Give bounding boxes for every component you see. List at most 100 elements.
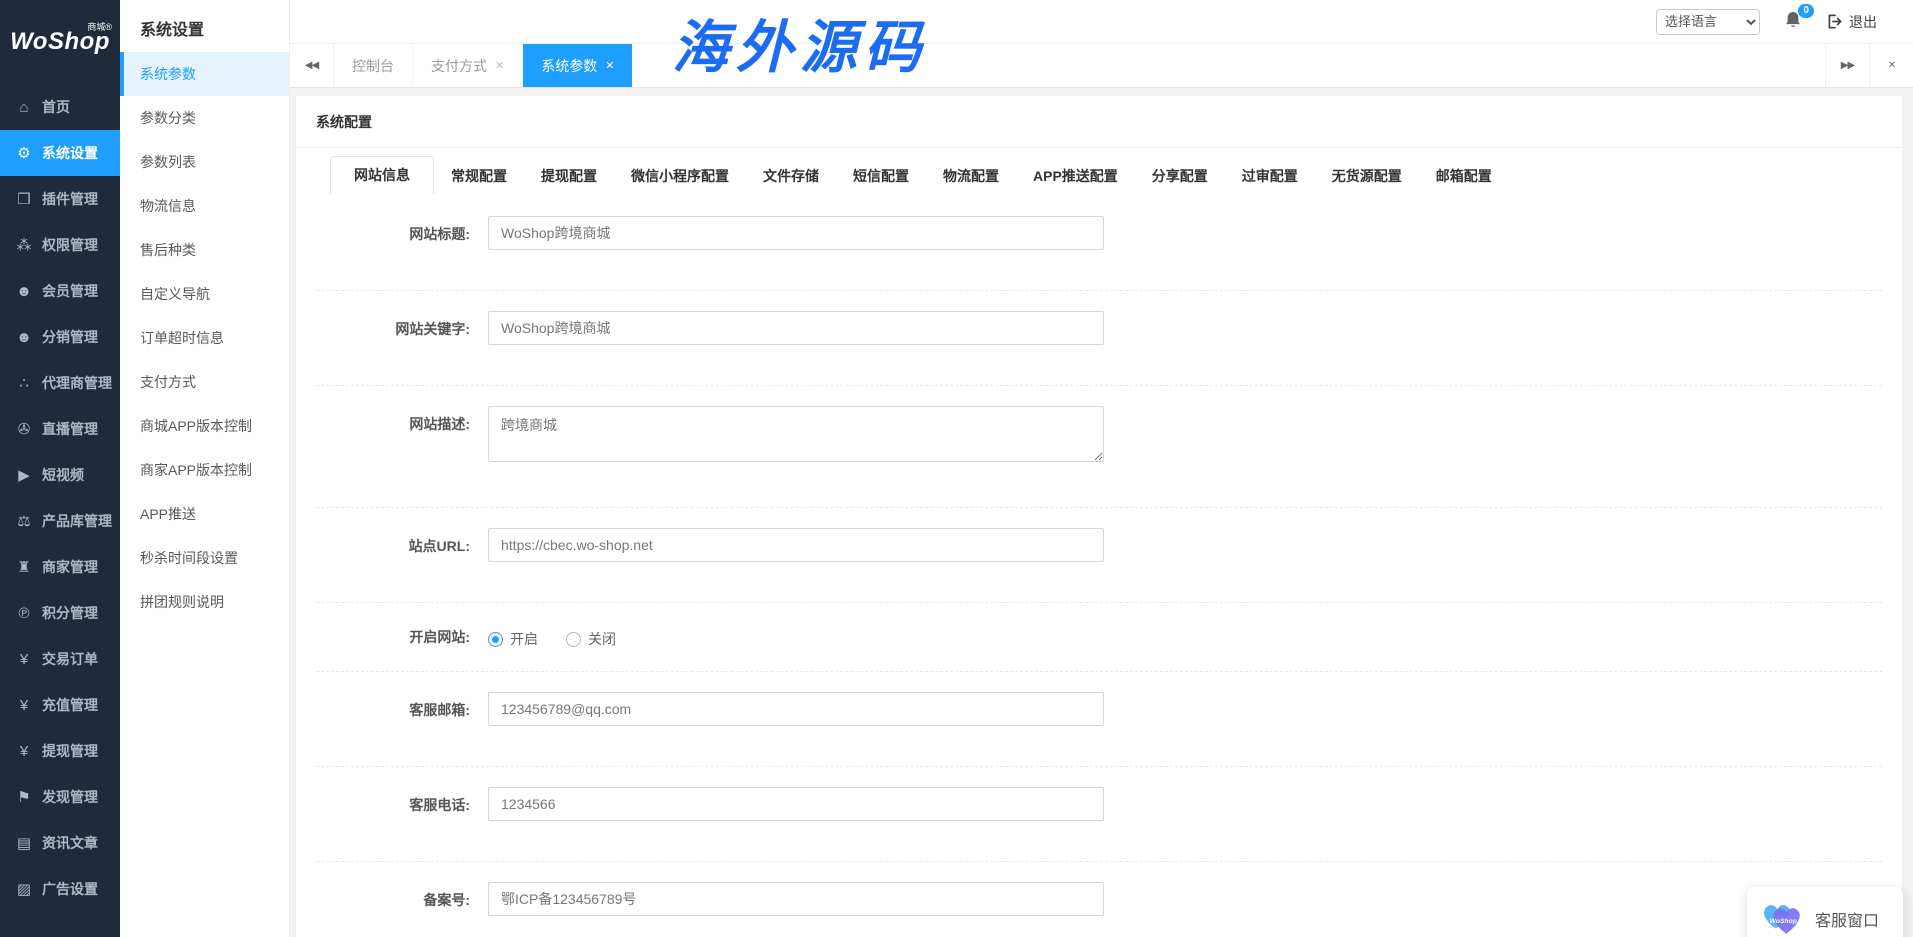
sidebar-item-live[interactable]: ✇直播管理 <box>0 406 120 452</box>
subnav-item-order-timeout[interactable]: 订单超时信息 <box>120 316 289 360</box>
site-keywords-input[interactable] <box>488 311 1104 345</box>
form-row-site-url: 站点URL: <box>316 507 1882 602</box>
sidebar-item-discover[interactable]: ⚑发现管理 <box>0 774 120 820</box>
share-nodes-icon: ∴ <box>15 374 33 392</box>
brand-tag: 商城® <box>87 20 112 33</box>
sidebar-item-system-settings[interactable]: ⚙系统设置 <box>0 130 120 176</box>
site-description-textarea[interactable]: 跨境商城 <box>488 406 1104 462</box>
customer-service-widget[interactable]: WoShop 客服窗口 <box>1747 887 1903 937</box>
svg-text:WoShop: WoShop <box>1769 918 1797 925</box>
sidebar-item-members[interactable]: ☻会员管理 <box>0 268 120 314</box>
config-tab-sms[interactable]: 短信配置 <box>836 158 926 194</box>
sitemap-icon: ⁂ <box>15 236 33 254</box>
site-info-form: 网站标题: 网站关键字: 网站描述: 跨境商城 站点URL: <box>316 194 1882 937</box>
subnav-item-app-push[interactable]: APP推送 <box>120 492 289 536</box>
config-tab-general[interactable]: 常规配置 <box>434 158 524 194</box>
brand-logo[interactable]: WoShop 商城® <box>0 0 120 84</box>
sidebar-item-short-video[interactable]: ▶ 短视频 <box>0 452 120 498</box>
subnav-item-system-params[interactable]: 系统参数 <box>120 52 289 96</box>
video-camera-icon: ✇ <box>15 420 33 438</box>
config-tab-no-supply[interactable]: 无货源配置 <box>1315 158 1419 194</box>
config-tab-review[interactable]: 过审配置 <box>1225 158 1315 194</box>
tab-system-params[interactable]: 系统参数 ✕ <box>523 44 633 87</box>
image-icon: ▨ <box>15 880 33 898</box>
field-label: 站点URL: <box>316 528 470 556</box>
subnav-item-aftersale-types[interactable]: 售后种类 <box>120 228 289 272</box>
field-label: 开启网站: <box>316 627 470 647</box>
logout-button[interactable]: 退出 <box>1826 12 1877 32</box>
config-tab-file-storage[interactable]: 文件存储 <box>746 158 836 194</box>
subnav-item-merchant-app-version[interactable]: 商家APP版本控制 <box>120 448 289 492</box>
plugin-icon: ❒ <box>15 190 33 208</box>
scales-icon: ⚖ <box>15 512 33 530</box>
tabs-scroll-left-button[interactable]: ◀◀ <box>290 44 334 87</box>
customer-service-label: 客服窗口 <box>1815 907 1879 931</box>
form-row-site-description: 网站描述: 跨境商城 <box>316 385 1882 507</box>
sidebar-item-merchants[interactable]: ♜商家管理 <box>0 544 120 590</box>
field-label: 备案号: <box>316 882 470 910</box>
sidebar-item-recharge[interactable]: ¥充值管理 <box>0 682 120 728</box>
sidebar-item-points[interactable]: ℗积分管理 <box>0 590 120 636</box>
config-tab-email[interactable]: 邮箱配置 <box>1419 158 1509 194</box>
sidebar-item-label: 发现管理 <box>42 787 98 807</box>
sidebar-item-orders[interactable]: ¥交易订单 <box>0 636 120 682</box>
site-title-input[interactable] <box>488 216 1104 250</box>
subnav-item-flashsale-time[interactable]: 秒杀时间段设置 <box>120 536 289 580</box>
tabs-close-all-button[interactable]: ✕ <box>1869 44 1913 87</box>
form-row-service-phone: 客服电话: <box>316 766 1882 861</box>
tab-label: 支付方式 <box>431 56 487 76</box>
notification-bell[interactable]: 0 <box>1784 10 1802 34</box>
site-enabled-on-radio[interactable]: 开启 <box>488 629 538 649</box>
tabbar-spacer <box>633 44 1825 87</box>
form-row-icp-number: 备案号: <box>316 861 1882 937</box>
admin-app: WoShop 商城® ⌂首页 ⚙系统设置 ❒插件管理 ⁂权限管理 ☻会员管理 ☻… <box>0 0 1913 937</box>
sidebar-item-withdraw[interactable]: ¥提现管理 <box>0 728 120 774</box>
sidebar-item-plugins[interactable]: ❒插件管理 <box>0 176 120 222</box>
config-tab-site-info[interactable]: 网站信息 <box>330 156 434 194</box>
yen-icon: ¥ <box>15 743 33 760</box>
site-enabled-off-radio[interactable]: 关闭 <box>566 629 616 649</box>
subnav-item-param-category[interactable]: 参数分类 <box>120 96 289 140</box>
sidebar-item-permissions[interactable]: ⁂权限管理 <box>0 222 120 268</box>
sidebar-item-home[interactable]: ⌂首页 <box>0 84 120 130</box>
sidebar-item-articles[interactable]: ▤资讯文章 <box>0 820 120 866</box>
tabs-scroll-right-button[interactable]: ▶▶ <box>1825 44 1869 87</box>
subnav-item-param-list[interactable]: 参数列表 <box>120 140 289 184</box>
sidebar-item-product-library[interactable]: ⚖产品库管理 <box>0 498 120 544</box>
service-phone-input[interactable] <box>488 787 1104 821</box>
video-file-icon: ▶ <box>15 466 33 484</box>
config-tabs: 网站信息 常规配置 提现配置 微信小程序配置 文件存储 短信配置 物流配置 AP… <box>316 156 1882 194</box>
chevrons-left-icon: ◀◀ <box>305 60 318 71</box>
sidebar-item-label: 资讯文章 <box>42 833 98 853</box>
subnav-item-mall-app-version[interactable]: 商城APP版本控制 <box>120 404 289 448</box>
sidebar-item-distribution[interactable]: ☻分销管理 <box>0 314 120 360</box>
chevrons-right-icon: ▶▶ <box>1841 60 1854 71</box>
config-tab-withdraw[interactable]: 提现配置 <box>524 158 614 194</box>
woshop-heart-logo-icon: WoShop <box>1761 901 1803 937</box>
config-tab-logistics[interactable]: 物流配置 <box>926 158 1016 194</box>
tab-console[interactable]: 控制台 <box>334 44 413 87</box>
service-email-input[interactable] <box>488 692 1104 726</box>
tab-payment-methods[interactable]: 支付方式 ✕ <box>413 44 523 87</box>
sidebar-item-label: 短视频 <box>42 465 84 485</box>
sidebar-item-ads[interactable]: ▨广告设置 <box>0 866 120 912</box>
config-tab-share[interactable]: 分享配置 <box>1135 158 1225 194</box>
field-label: 网站关键字: <box>316 311 470 339</box>
notification-badge: 0 <box>1798 4 1814 18</box>
subnav-item-custom-nav[interactable]: 自定义导航 <box>120 272 289 316</box>
site-url-input[interactable] <box>488 528 1104 562</box>
tab-label: 系统参数 <box>541 56 597 76</box>
subnav-item-logistics-info[interactable]: 物流信息 <box>120 184 289 228</box>
subnav-item-payment-methods[interactable]: 支付方式 <box>120 360 289 404</box>
tab-close-icon[interactable]: ✕ <box>605 59 614 72</box>
icp-number-input[interactable] <box>488 882 1104 916</box>
subnav-item-groupbuy-rules[interactable]: 拼团规则说明 <box>120 580 289 624</box>
config-tab-wechat-miniprogram[interactable]: 微信小程序配置 <box>614 158 746 194</box>
radio-unselected-icon <box>566 632 581 647</box>
tab-close-icon[interactable]: ✕ <box>495 59 504 72</box>
language-select[interactable]: 选择语言 <box>1656 9 1760 35</box>
config-tab-app-push[interactable]: APP推送配置 <box>1016 158 1135 194</box>
logout-label: 退出 <box>1849 12 1877 32</box>
users-icon: ☻ <box>15 283 33 300</box>
sidebar-item-agents[interactable]: ∴代理商管理 <box>0 360 120 406</box>
